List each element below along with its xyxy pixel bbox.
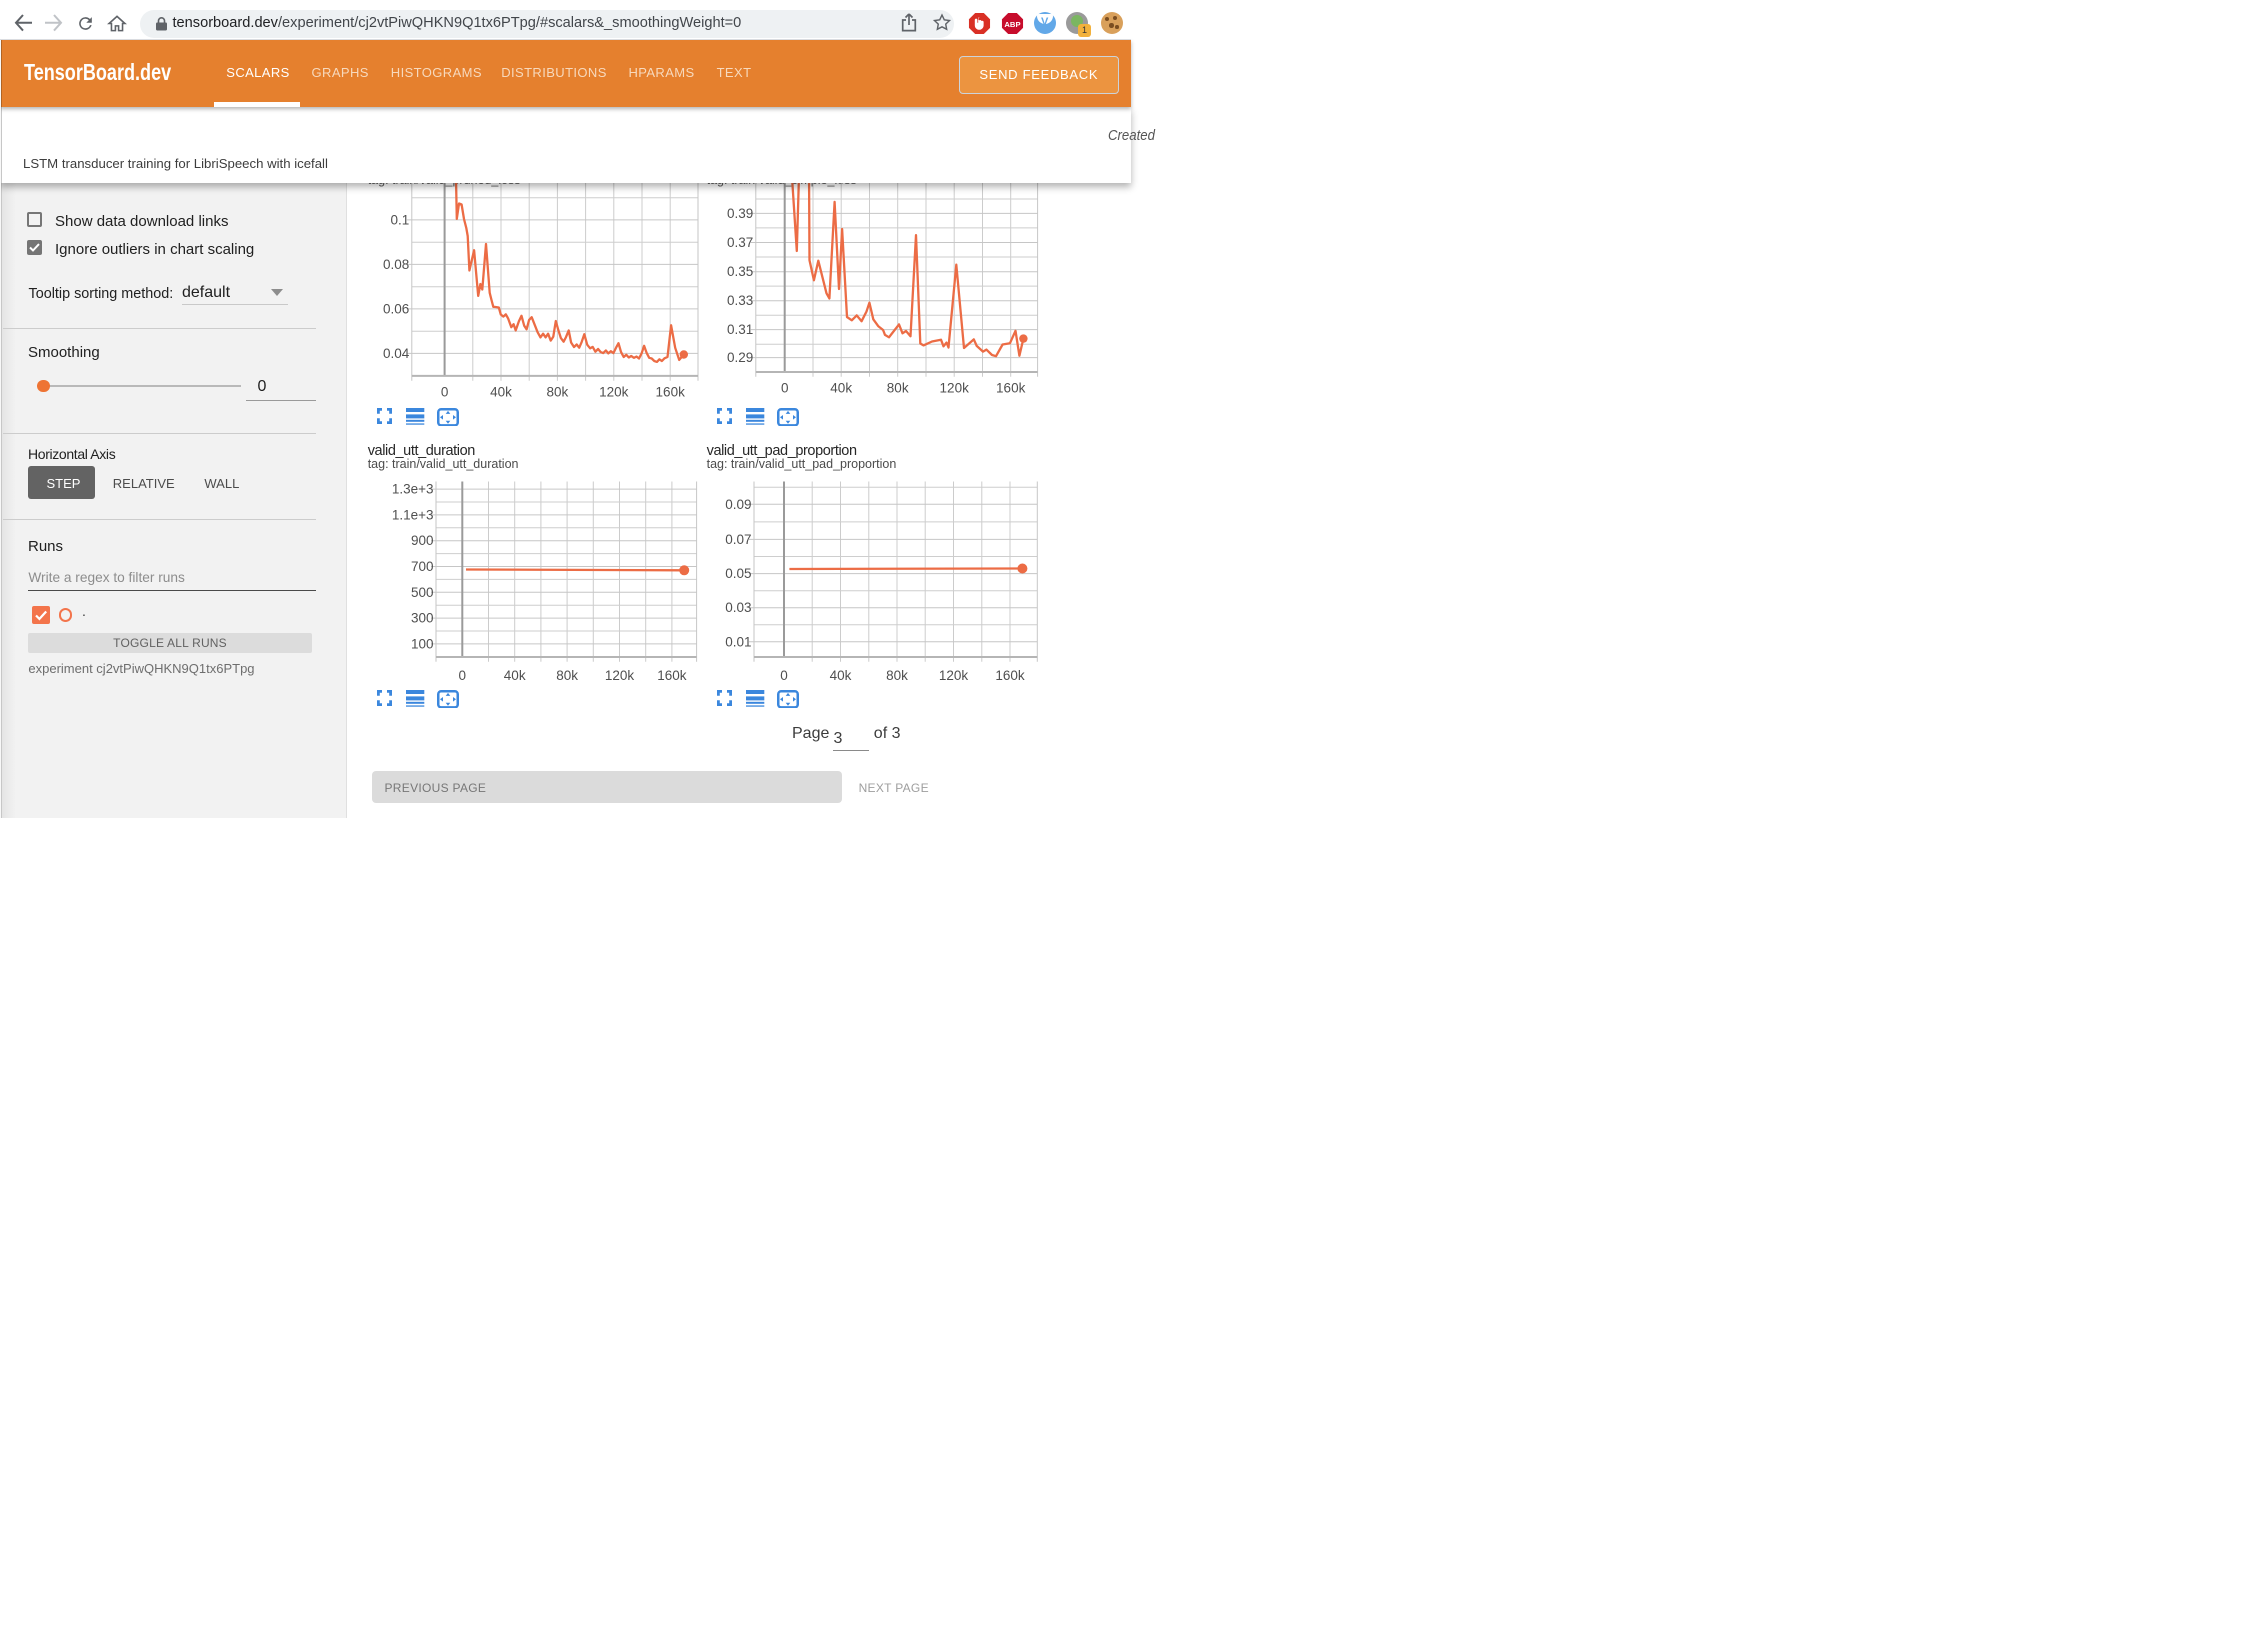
- svg-text:0.37: 0.37: [727, 235, 753, 250]
- svg-text:0.03: 0.03: [725, 600, 751, 615]
- svg-text:0.07: 0.07: [725, 532, 751, 547]
- svg-text:120k: 120k: [939, 668, 969, 683]
- svg-text:0.09: 0.09: [725, 497, 751, 512]
- svg-text:0.05: 0.05: [725, 566, 751, 581]
- svg-text:0.31: 0.31: [727, 322, 753, 337]
- svg-text:80k: 80k: [886, 668, 908, 683]
- svg-text:0.39: 0.39: [727, 206, 753, 221]
- svg-text:0.06: 0.06: [383, 301, 409, 316]
- svg-text:40k: 40k: [504, 668, 526, 683]
- svg-text:700: 700: [411, 559, 434, 574]
- svg-text:0: 0: [459, 668, 467, 683]
- svg-text:160k: 160k: [995, 668, 1025, 683]
- svg-text:80k: 80k: [887, 381, 909, 396]
- svg-text:120k: 120k: [940, 381, 970, 396]
- svg-text:160k: 160k: [656, 384, 686, 399]
- svg-text:0.35: 0.35: [727, 264, 753, 279]
- svg-text:0.33: 0.33: [727, 293, 753, 308]
- svg-text:120k: 120k: [605, 668, 635, 683]
- svg-text:160k: 160k: [657, 668, 687, 683]
- svg-text:0.04: 0.04: [383, 346, 410, 361]
- svg-text:40k: 40k: [830, 668, 852, 683]
- svg-text:0: 0: [780, 668, 788, 683]
- svg-text:120k: 120k: [599, 384, 629, 399]
- svg-text:160k: 160k: [996, 381, 1026, 396]
- svg-text:0.29: 0.29: [727, 350, 753, 365]
- svg-text:40k: 40k: [490, 384, 512, 399]
- svg-text:80k: 80k: [556, 668, 578, 683]
- svg-text:1.3e+3: 1.3e+3: [392, 482, 434, 497]
- svg-text:0.1: 0.1: [391, 212, 410, 227]
- svg-text:80k: 80k: [547, 384, 569, 399]
- svg-text:40k: 40k: [830, 381, 852, 396]
- svg-text:ABP: ABP: [1004, 20, 1020, 29]
- svg-text:900: 900: [411, 533, 434, 548]
- svg-text:0: 0: [441, 384, 449, 399]
- svg-text:0.08: 0.08: [383, 257, 409, 272]
- svg-text:0.01: 0.01: [725, 634, 751, 649]
- svg-text:500: 500: [411, 585, 434, 600]
- svg-text:0: 0: [781, 381, 789, 396]
- svg-text:100: 100: [411, 636, 434, 651]
- svg-text:300: 300: [411, 611, 434, 626]
- svg-text:1.1e+3: 1.1e+3: [392, 507, 434, 522]
